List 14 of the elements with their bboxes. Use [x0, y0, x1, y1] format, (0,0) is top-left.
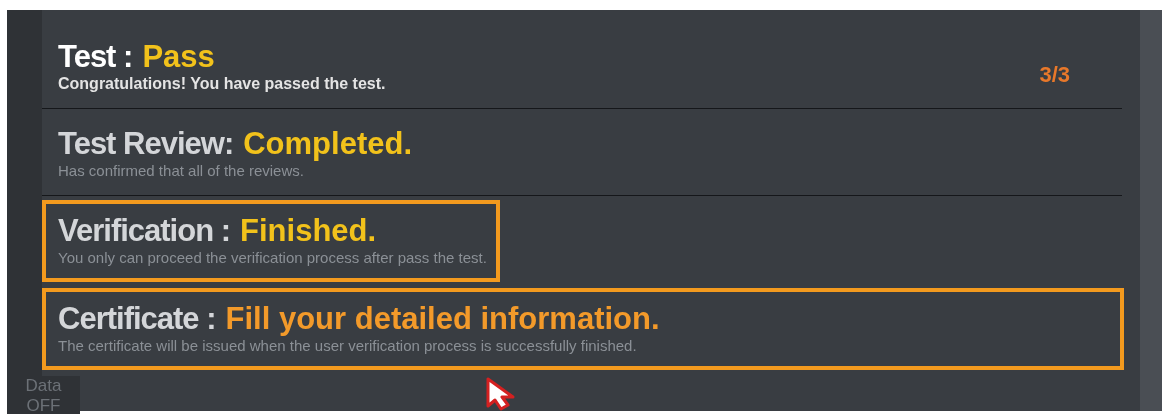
step-description: Has confirmed that all of the reviews. [58, 161, 304, 181]
step-description: Congratulations! You have passed the test. [58, 74, 386, 94]
step-label: Verification : [58, 214, 231, 248]
step-label: Certificate : [58, 302, 216, 336]
step-status: Fill your detailed information. [225, 302, 660, 336]
step-status: Pass [142, 40, 215, 74]
progress-counter: 3/3 [1039, 61, 1070, 89]
sidebar-item[interactable]: Data OFF [7, 376, 80, 414]
step-status: Finished. [240, 214, 377, 248]
step-description: You only can proceed the verification process after pass the test. [58, 248, 487, 268]
step-description: The certificate will be issued when the user verification process is successfully finished. [58, 336, 637, 356]
step-label: Test Review: [58, 127, 234, 161]
step-label: Test : [58, 40, 133, 74]
step-status: Completed. [243, 127, 412, 161]
